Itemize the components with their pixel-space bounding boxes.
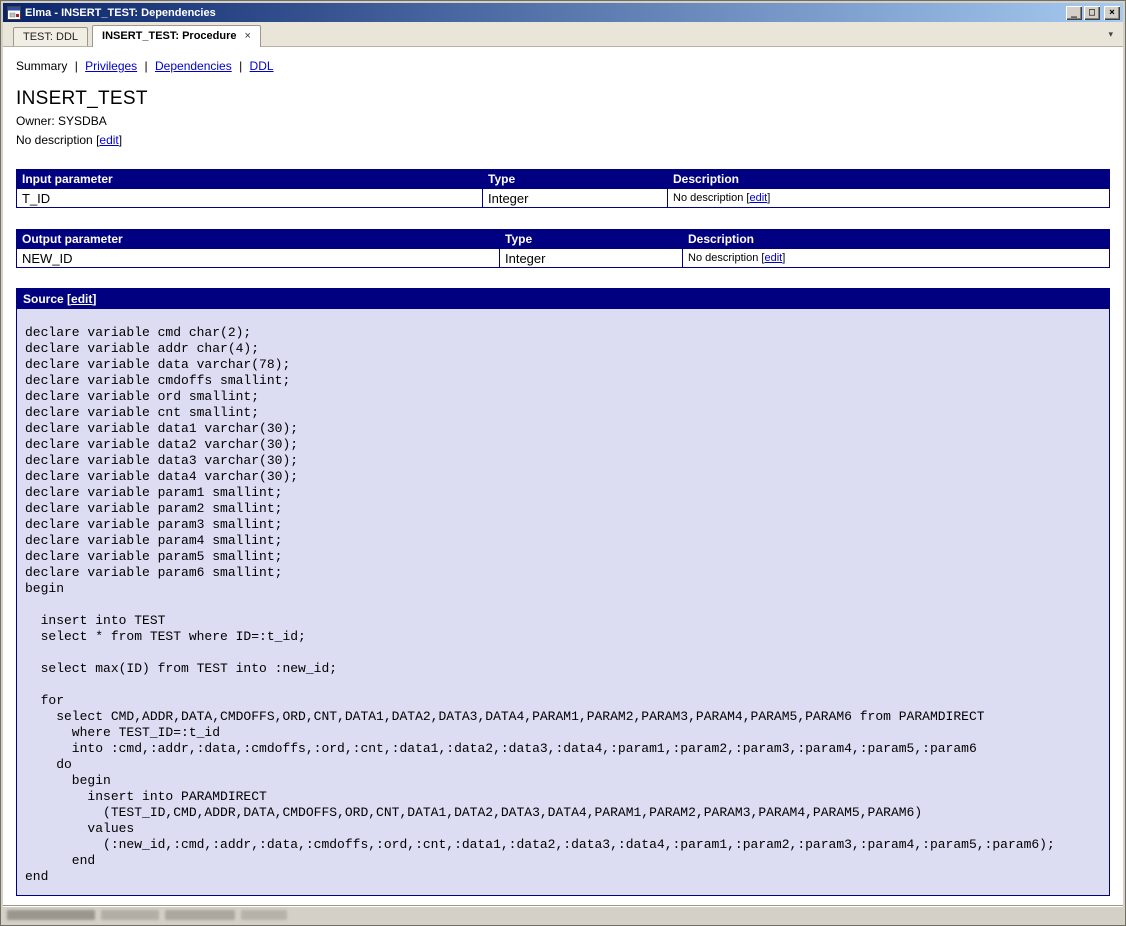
edit-description-link[interactable]: edit xyxy=(99,133,118,147)
param-type-cell: Integer xyxy=(499,248,683,268)
app-window: Elma - INSERT_TEST: Dependencies _ □ × T… xyxy=(0,0,1126,926)
app-icon xyxy=(7,5,21,20)
description-text: No description xyxy=(16,133,93,147)
bracket-close: ] xyxy=(92,292,97,306)
source-code: declare variable cmd char(2); declare va… xyxy=(25,325,1055,884)
source-section-header: Source [edit] xyxy=(17,289,1109,309)
object-description: No description [edit] xyxy=(16,132,1123,148)
source-title: Source xyxy=(23,292,64,306)
window-title: Elma - INSERT_TEST: Dependencies xyxy=(25,6,216,19)
nav-current-summary: Summary xyxy=(16,59,68,73)
status-panel xyxy=(165,910,235,920)
nav-link-privileges[interactable]: Privileges xyxy=(85,59,137,73)
edit-source-link[interactable]: edit xyxy=(71,292,92,306)
param-name-cell: T_ID xyxy=(16,188,483,208)
window-controls: _ □ × xyxy=(1066,5,1120,20)
column-header-type: Type xyxy=(482,169,668,189)
status-bar xyxy=(3,906,1123,923)
table-row: T_ID Integer No description [edit] xyxy=(16,188,1110,208)
tab-close-icon[interactable]: × xyxy=(245,31,251,42)
table-header-row: Input parameter Type Description xyxy=(16,169,1110,189)
edit-param-description-link[interactable]: edit xyxy=(764,252,782,264)
close-button[interactable]: × xyxy=(1104,5,1120,20)
column-header-description: Description xyxy=(667,169,1110,189)
source-section: Source [edit] declare variable cmd char(… xyxy=(16,288,1110,896)
edit-param-description-link[interactable]: edit xyxy=(749,192,767,204)
nav-separator: | xyxy=(144,59,148,73)
status-panel xyxy=(7,910,95,920)
maximize-button[interactable]: □ xyxy=(1084,5,1100,20)
description-text: No description xyxy=(688,252,759,264)
param-type-cell: Integer xyxy=(482,188,668,208)
nav-link-ddl[interactable]: DDL xyxy=(250,59,274,73)
tab-bar: TEST: DDL INSERT_TEST: Procedure × ▾ xyxy=(3,22,1123,47)
description-text: No description xyxy=(673,192,744,204)
param-description-cell: No description [edit] xyxy=(682,248,1110,268)
nav-separator: | xyxy=(74,59,78,73)
source-code-panel: declare variable cmd char(2); declare va… xyxy=(17,309,1109,895)
page-title: INSERT_TEST xyxy=(16,88,148,109)
table-row: NEW_ID Integer No description [edit] xyxy=(16,248,1110,268)
content-area: Summary | Privileges | Dependencies | DD… xyxy=(3,47,1123,905)
titlebar: Elma - INSERT_TEST: Dependencies _ □ × xyxy=(3,3,1123,22)
bracket-close: ] xyxy=(782,252,786,264)
input-parameters-table: Input parameter Type Description T_ID In… xyxy=(16,169,1110,208)
tab-insert-test-procedure[interactable]: INSERT_TEST: Procedure × xyxy=(92,25,261,47)
bracket-close: ] xyxy=(767,192,771,204)
nav-link-dependencies[interactable]: Dependencies xyxy=(155,59,232,73)
column-header-output-parameter: Output parameter xyxy=(16,229,500,249)
breadcrumb-nav: Summary | Privileges | Dependencies | DD… xyxy=(16,59,1123,73)
table-header-row: Output parameter Type Description xyxy=(16,229,1110,249)
param-description-cell: No description [edit] xyxy=(667,188,1110,208)
bracket-close: ] xyxy=(118,133,123,147)
owner-label: Owner: SYSDBA xyxy=(16,114,107,128)
column-header-input-parameter: Input parameter xyxy=(16,169,483,189)
column-header-description: Description xyxy=(682,229,1110,249)
tab-list-dropdown-icon[interactable]: ▾ xyxy=(1102,27,1119,42)
tab-test-ddl[interactable]: TEST: DDL xyxy=(13,27,89,46)
tab-label: INSERT_TEST: Procedure xyxy=(102,30,237,42)
column-header-type: Type xyxy=(499,229,683,249)
status-panel xyxy=(101,910,159,920)
status-panel xyxy=(241,910,287,920)
param-name-cell: NEW_ID xyxy=(16,248,500,268)
output-parameters-table: Output parameter Type Description NEW_ID… xyxy=(16,229,1110,268)
minimize-button[interactable]: _ xyxy=(1066,5,1082,20)
nav-separator: | xyxy=(239,59,243,73)
tab-label: TEST: DDL xyxy=(23,30,79,43)
